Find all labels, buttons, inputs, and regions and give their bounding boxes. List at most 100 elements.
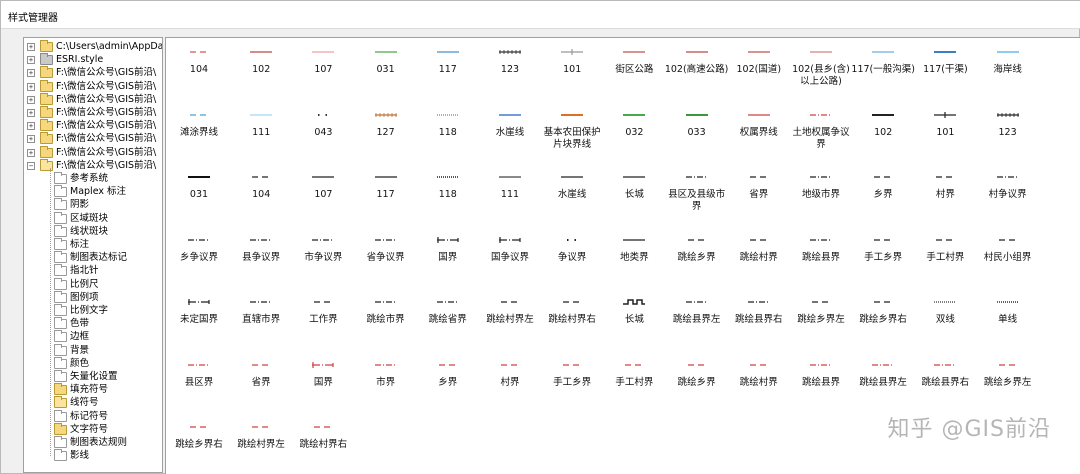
symbol-item[interactable]: 跳绘县界右 bbox=[728, 290, 790, 350]
symbol-item[interactable]: 101 bbox=[914, 103, 976, 163]
symbol-item[interactable]: 跳绘县界 bbox=[790, 228, 852, 288]
symbol-item[interactable]: 跳绘村界 bbox=[728, 228, 790, 288]
tree-child-item[interactable]: 色带 bbox=[24, 317, 162, 330]
expand-icon[interactable]: + bbox=[27, 95, 35, 104]
tree-root-item[interactable]: + F:\微信公众号\GIS前沿\ bbox=[24, 145, 162, 159]
symbol-item[interactable]: 跳绘乡界右 bbox=[852, 290, 914, 350]
symbol-item[interactable]: 国界 bbox=[292, 353, 354, 413]
symbol-item[interactable]: 102 bbox=[852, 103, 914, 163]
tree-child-item[interactable]: 背景 bbox=[24, 343, 162, 357]
tree-child-item[interactable]: 制图表达规则 bbox=[24, 436, 162, 449]
tree-child-item[interactable]: 区域斑块 bbox=[24, 211, 162, 225]
symbol-item[interactable]: 省界 bbox=[728, 165, 790, 225]
symbol-item[interactable]: 手工村界 bbox=[914, 228, 976, 288]
symbol-item[interactable]: 127 bbox=[355, 103, 417, 163]
symbol-gallery[interactable]: 104 102 107 031 117 123 101 街区公路 102(高速公路) 102(国道… bbox=[165, 37, 1080, 474]
symbol-item[interactable]: 地级市界 bbox=[790, 165, 852, 225]
symbol-item[interactable]: 水崖线 bbox=[541, 165, 603, 225]
symbol-item[interactable]: 101 bbox=[541, 40, 603, 100]
symbol-item[interactable]: 102(高速公路) bbox=[665, 40, 728, 100]
symbol-item[interactable]: 地类界 bbox=[603, 228, 665, 288]
symbol-item[interactable]: 手工乡界 bbox=[852, 228, 914, 288]
symbol-item[interactable]: 117 bbox=[417, 40, 479, 100]
symbol-item[interactable]: 权属界线 bbox=[728, 103, 790, 163]
symbol-item[interactable]: 104 bbox=[168, 40, 230, 100]
symbol-item[interactable]: 单线 bbox=[977, 290, 1039, 350]
symbol-item[interactable]: 跳绘县界左 bbox=[666, 290, 728, 350]
tree-child-item[interactable]: 填充符号 bbox=[24, 383, 162, 396]
expand-icon[interactable]: + bbox=[27, 135, 35, 144]
symbol-item[interactable]: 跳绘乡界左 bbox=[977, 353, 1039, 413]
expand-icon[interactable]: + bbox=[27, 56, 35, 65]
symbol-item[interactable]: 未定国界 bbox=[168, 290, 230, 350]
symbol-item[interactable]: 县争议界 bbox=[230, 228, 292, 288]
symbol-item[interactable]: 省界 bbox=[230, 353, 292, 413]
symbol-item[interactable]: 手工乡界 bbox=[541, 353, 603, 413]
expand-icon[interactable]: + bbox=[27, 122, 35, 131]
symbol-item[interactable]: 跳绘村界 bbox=[728, 353, 790, 413]
tree-child-item[interactable]: 边框 bbox=[24, 330, 162, 343]
expand-icon[interactable]: + bbox=[27, 69, 35, 78]
symbol-item[interactable]: 市界 bbox=[355, 353, 417, 413]
symbol-item[interactable]: 跳绘县界右 bbox=[914, 353, 976, 413]
tree-child-item[interactable]: 线状斑块 bbox=[24, 224, 162, 238]
symbol-item[interactable]: 直辖市界 bbox=[230, 290, 292, 350]
symbol-item[interactable]: 滩涂界线 bbox=[168, 103, 230, 163]
symbol-item[interactable]: 跳绘省界 bbox=[417, 290, 479, 350]
tree-root-item[interactable]: + C:\Users\admin\AppData\ bbox=[24, 40, 162, 53]
tree-root-item[interactable]: + F:\微信公众号\GIS前沿\ bbox=[24, 119, 162, 132]
symbol-item[interactable]: 国争议界 bbox=[479, 228, 541, 288]
tree-child-item[interactable]: 颜色 bbox=[24, 356, 162, 370]
symbol-item[interactable]: 跳绘村界左 bbox=[230, 415, 292, 474]
symbol-item[interactable]: 111 bbox=[230, 103, 292, 163]
tree-child-item[interactable]: 矢量化设置 bbox=[24, 370, 162, 383]
expand-icon[interactable]: + bbox=[27, 82, 35, 91]
tree-child-item[interactable]: 线符号 bbox=[24, 396, 162, 409]
symbol-item[interactable]: 107 bbox=[292, 165, 354, 225]
symbol-item[interactable]: 村界 bbox=[914, 165, 976, 225]
tree-root-item[interactable]: + ESRI.style bbox=[24, 53, 162, 66]
symbol-item[interactable]: 跳绘县界左 bbox=[852, 353, 914, 413]
tree-child-item[interactable]: 指北针 bbox=[24, 264, 162, 277]
symbol-item[interactable]: 102(县乡(含)以上公路) bbox=[790, 40, 852, 100]
symbol-item[interactable]: 长城 bbox=[603, 165, 665, 225]
symbol-item[interactable]: 跳绘乡界左 bbox=[790, 290, 852, 350]
symbol-item[interactable]: 102(国道) bbox=[728, 40, 790, 100]
symbol-item[interactable]: 043 bbox=[292, 103, 354, 163]
symbol-item[interactable]: 长城 bbox=[603, 290, 665, 350]
symbol-item[interactable]: 111 bbox=[479, 165, 541, 225]
tree-child-item[interactable]: 图例项 bbox=[24, 290, 162, 304]
tree-child-item[interactable]: 制图表达标记 bbox=[24, 251, 162, 264]
symbol-item[interactable]: 033 bbox=[666, 103, 728, 163]
tree-child-item[interactable]: 标注 bbox=[24, 238, 162, 251]
symbol-item[interactable]: 市争议界 bbox=[292, 228, 354, 288]
symbol-item[interactable]: 跳绘乡界右 bbox=[168, 415, 230, 474]
tree-child-item[interactable]: Maplex 标注 bbox=[24, 185, 162, 198]
symbol-item[interactable]: 117 bbox=[355, 165, 417, 225]
tree-child-item[interactable]: 阴影 bbox=[24, 198, 162, 211]
symbol-item[interactable]: 海岸线 bbox=[977, 40, 1039, 100]
tree-root-item[interactable]: + F:\微信公众号\GIS前沿\ bbox=[24, 92, 162, 106]
symbol-item[interactable]: 107 bbox=[292, 40, 354, 100]
tree-root-item[interactable]: + F:\微信公众号\GIS前沿\ bbox=[24, 132, 162, 145]
symbol-item[interactable]: 跳绘村界左 bbox=[479, 290, 541, 350]
tree-child-item[interactable]: 比例文字 bbox=[24, 304, 162, 317]
symbol-item[interactable]: 032 bbox=[603, 103, 665, 163]
tree-child-item[interactable]: 比例尺 bbox=[24, 277, 162, 291]
symbol-item[interactable]: 水崖线 bbox=[479, 103, 541, 163]
symbol-item[interactable]: 乡争议界 bbox=[168, 228, 230, 288]
collapse-icon[interactable]: − bbox=[27, 161, 35, 170]
symbol-item[interactable]: 县区界 bbox=[168, 353, 230, 413]
symbol-item[interactable]: 省争议界 bbox=[355, 228, 417, 288]
tree-child-item[interactable]: 文字符号 bbox=[24, 422, 162, 436]
symbol-item[interactable]: 123 bbox=[479, 40, 541, 100]
symbol-item[interactable]: 跳绘乡界 bbox=[666, 228, 728, 288]
symbol-item[interactable]: 118 bbox=[417, 103, 479, 163]
tree-child-item[interactable]: 标记符号 bbox=[24, 409, 162, 423]
symbol-item[interactable]: 031 bbox=[355, 40, 417, 100]
symbol-item[interactable]: 118 bbox=[417, 165, 479, 225]
symbol-item[interactable]: 跳绘乡界 bbox=[666, 353, 728, 413]
symbol-item[interactable]: 手工村界 bbox=[603, 353, 665, 413]
style-tree[interactable]: + C:\Users\admin\AppData\ + ESRI.style + F:\微… bbox=[23, 37, 163, 473]
tree-root-item[interactable]: + F:\微信公众号\GIS前沿\ bbox=[24, 66, 162, 79]
